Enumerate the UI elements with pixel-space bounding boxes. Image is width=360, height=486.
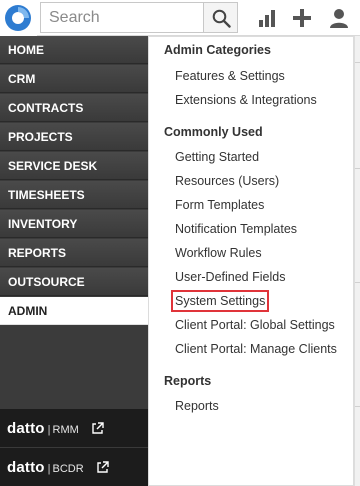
nav-item-inventory[interactable]: INVENTORY — [0, 210, 148, 238]
datto-rmm-link[interactable]: datto | RMM — [0, 409, 148, 449]
menu-item-system-settings[interactable]: System Settings — [170, 290, 270, 312]
datto-rmm-brand: datto — [7, 420, 45, 437]
nav-item-timesheets[interactable]: TIMESHEETS — [0, 181, 148, 209]
menu-item-user-defined-fields[interactable]: User-Defined Fields — [175, 270, 285, 284]
nav-item-home[interactable]: HOME — [0, 36, 148, 64]
top-bar — [0, 0, 360, 36]
menu-item-client-portal-global-settings[interactable]: Client Portal: Global Settings — [175, 318, 335, 332]
background-page-edge — [354, 36, 360, 486]
nav-item-admin[interactable]: ADMIN — [0, 297, 148, 325]
add-button[interactable] — [291, 7, 313, 29]
analytics-icon — [259, 10, 275, 27]
nav-item-contracts[interactable]: CONTRACTS — [0, 94, 148, 122]
divider — [355, 168, 360, 169]
external-link-icon — [97, 461, 109, 473]
menu-item-client-portal-manage-clients[interactable]: Client Portal: Manage Clients — [175, 342, 337, 356]
datto-bcdr-link[interactable]: datto | BCDR — [0, 447, 148, 486]
menu-item-extensions-integrations[interactable]: Extensions & Integrations — [175, 93, 317, 107]
nav-item-reports[interactable]: REPORTS — [0, 239, 148, 267]
datto-rmm-product: RMM — [52, 424, 79, 436]
section-heading-admin-categories: Admin Categories — [164, 43, 271, 57]
search-input[interactable] — [41, 3, 203, 32]
search-box — [40, 2, 204, 33]
menu-item-notification-templates[interactable]: Notification Templates — [175, 222, 297, 236]
divider — [355, 62, 360, 63]
logo-icon — [5, 5, 31, 31]
user-menu-button[interactable] — [328, 7, 350, 29]
search-icon — [212, 9, 231, 28]
menu-item-features-settings[interactable]: Features & Settings — [175, 69, 285, 83]
divider — [355, 406, 360, 407]
divider — [355, 282, 360, 283]
external-link-icon — [92, 422, 104, 434]
search-button[interactable] — [203, 2, 238, 33]
menu-item-form-templates[interactable]: Form Templates — [175, 198, 264, 212]
menu-item-getting-started[interactable]: Getting Started — [175, 150, 259, 164]
nav-item-outsource[interactable]: OUTSOURCE — [0, 268, 148, 296]
app-logo[interactable] — [0, 0, 37, 36]
menu-item-reports[interactable]: Reports — [175, 399, 219, 413]
nav-item-crm[interactable]: CRM — [0, 65, 148, 93]
datto-bcdr-product: BCDR — [52, 463, 84, 475]
menu-item-workflow-rules[interactable]: Workflow Rules — [175, 246, 262, 260]
admin-dropdown-menu: Admin Categories Features & Settings Ext… — [148, 36, 354, 486]
datto-bcdr-separator: | — [47, 463, 51, 475]
datto-bcdr-brand: datto — [7, 459, 45, 476]
nav-item-service-desk[interactable]: SERVICE DESK — [0, 152, 148, 180]
datto-rmm-separator: | — [47, 424, 51, 436]
menu-item-resources-users[interactable]: Resources (Users) — [175, 174, 279, 188]
section-heading-commonly-used: Commonly Used — [164, 125, 263, 139]
section-heading-reports: Reports — [164, 374, 212, 388]
main-navigation: HOME CRM CONTRACTS PROJECTS SERVICE DESK… — [0, 36, 148, 486]
analytics-button[interactable] — [256, 7, 278, 29]
user-icon — [330, 9, 348, 28]
add-icon — [293, 9, 311, 27]
nav-item-projects[interactable]: PROJECTS — [0, 123, 148, 151]
